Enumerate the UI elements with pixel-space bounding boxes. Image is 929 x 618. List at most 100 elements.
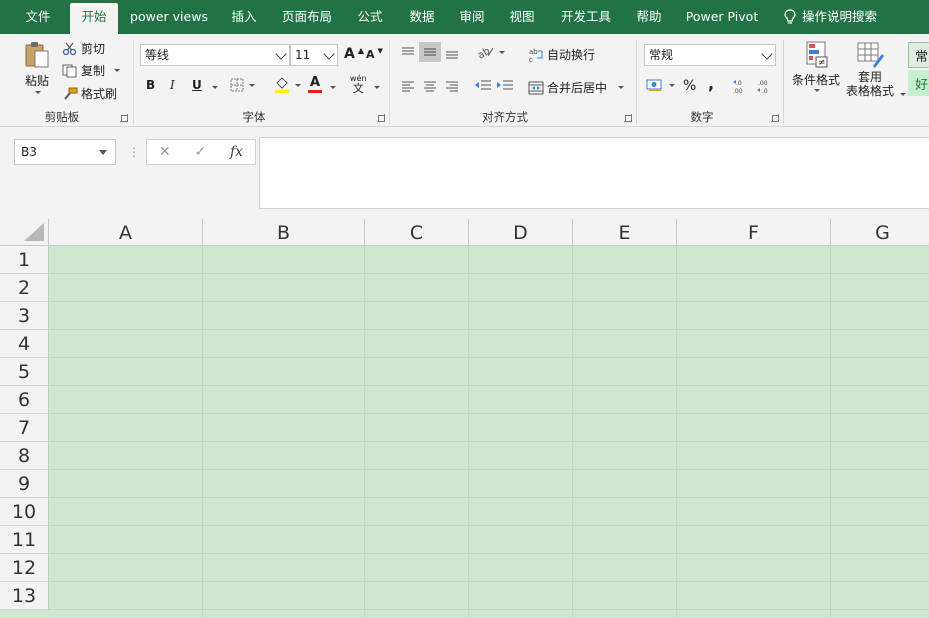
row-header-4[interactable]: 4 xyxy=(0,330,49,358)
format-as-table-dropdown-icon[interactable] xyxy=(900,93,906,96)
percent-style-button[interactable]: % xyxy=(683,78,696,94)
align-bottom-button[interactable] xyxy=(444,46,460,60)
tab-developer[interactable]: 开发工具 xyxy=(553,0,619,34)
tab-insert[interactable]: 插入 xyxy=(222,0,266,34)
increase-decimal-button[interactable]: .0.00 xyxy=(732,78,750,94)
clipboard-launcher-icon[interactable] xyxy=(120,114,128,122)
row-header-2[interactable]: 2 xyxy=(0,274,49,302)
row-header-9[interactable]: 9 xyxy=(0,470,49,498)
font-name-combobox[interactable]: 等线 xyxy=(140,44,290,66)
column-header-g[interactable]: G xyxy=(831,219,929,246)
merge-center-label: 合并后居中 xyxy=(547,81,608,95)
column-header-e[interactable]: E xyxy=(573,219,677,246)
font-launcher-icon[interactable] xyxy=(377,114,385,122)
increase-indent-button[interactable] xyxy=(496,79,514,93)
merge-center-dropdown-icon[interactable] xyxy=(618,86,625,89)
column-header-b[interactable]: B xyxy=(203,219,365,246)
style-normal-cell[interactable]: 常 xyxy=(908,42,929,68)
row-header-13[interactable]: 13 xyxy=(0,582,49,610)
lightbulb-icon xyxy=(784,9,796,24)
orientation-dropdown-icon[interactable] xyxy=(499,50,505,54)
format-as-table-button[interactable]: 套用 表格格式 xyxy=(846,40,894,98)
fill-color-button[interactable] xyxy=(274,76,301,94)
row-header-7[interactable]: 7 xyxy=(0,414,49,442)
row-header-11[interactable]: 11 xyxy=(0,526,49,554)
align-right-button[interactable] xyxy=(444,80,460,92)
phonetic-dropdown-icon[interactable] xyxy=(374,86,380,89)
conditional-formatting-dropdown-icon[interactable] xyxy=(814,89,820,92)
accounting-dropdown-icon[interactable] xyxy=(669,83,675,87)
tab-data[interactable]: 数据 xyxy=(400,0,444,34)
conditional-formatting-icon: ≠ xyxy=(806,41,828,68)
alignment-launcher-icon[interactable] xyxy=(624,114,632,122)
bold-button[interactable]: B xyxy=(146,78,155,92)
worksheet-grid[interactable]: ABCDEFG 1 2 3 4 5 6 7 8 9 10 11 12 13 xyxy=(0,219,929,618)
align-center-button[interactable] xyxy=(422,80,438,92)
borders-button[interactable] xyxy=(230,78,255,92)
tab-power-views[interactable]: power views xyxy=(126,0,212,34)
align-left-button[interactable] xyxy=(400,80,416,92)
cut-button[interactable]: 剪切 xyxy=(62,40,105,57)
tab-help[interactable]: 帮助 xyxy=(627,0,671,34)
comma-style-button[interactable]: , xyxy=(708,74,714,93)
tab-home[interactable]: 开始 xyxy=(70,3,118,34)
tab-file[interactable]: 文件 xyxy=(14,0,62,34)
style-good-cell[interactable]: 好 xyxy=(908,70,929,96)
column-header-a[interactable]: A xyxy=(49,219,203,246)
chevron-down-icon[interactable] xyxy=(99,150,107,155)
row-header-3[interactable]: 3 xyxy=(0,302,49,330)
name-box[interactable]: B3 xyxy=(14,139,116,165)
tab-review[interactable]: 审阅 xyxy=(450,0,494,34)
grow-font-button[interactable]: A ▲ xyxy=(344,46,364,63)
font-color-dropdown-icon[interactable] xyxy=(330,86,336,89)
column-header-d[interactable]: D xyxy=(469,219,573,246)
row-header-8[interactable]: 8 xyxy=(0,442,49,470)
copy-button[interactable]: 复制 xyxy=(62,62,121,79)
orientation-button[interactable]: ab xyxy=(476,44,505,60)
align-middle-icon xyxy=(424,48,436,56)
column-header-c[interactable]: C xyxy=(365,219,469,246)
fill-color-dropdown-icon[interactable] xyxy=(295,83,301,87)
tab-power-pivot[interactable]: Power Pivot xyxy=(680,0,764,34)
select-all-button[interactable] xyxy=(0,219,49,246)
shrink-font-button[interactable]: A ▼ xyxy=(366,47,383,62)
format-painter-button[interactable]: 格式刷 xyxy=(62,85,117,102)
column-header-f[interactable]: F xyxy=(677,219,831,246)
accounting-format-button[interactable] xyxy=(646,78,675,92)
paste-icon xyxy=(25,42,49,68)
underline-button[interactable]: U xyxy=(192,78,202,92)
tab-page-layout[interactable]: 页面布局 xyxy=(276,0,338,34)
paste-dropdown-icon[interactable] xyxy=(35,91,41,94)
merge-center-button[interactable]: 合并后居中 xyxy=(528,79,625,96)
wrap-text-button[interactable]: ab c 自动换行 xyxy=(528,46,595,63)
row-header-1[interactable]: 1 xyxy=(0,246,49,274)
number-format-combobox[interactable]: 常规 xyxy=(644,44,776,66)
italic-button[interactable]: I xyxy=(170,78,175,92)
formula-input[interactable] xyxy=(259,137,929,209)
insert-function-icon[interactable]: fx xyxy=(230,144,243,160)
align-top-button[interactable] xyxy=(400,46,416,60)
copy-dropdown-icon[interactable] xyxy=(114,69,121,72)
row-header-12[interactable]: 12 xyxy=(0,554,49,582)
tab-view[interactable]: 视图 xyxy=(500,0,544,34)
chevron-down-icon xyxy=(275,48,287,60)
cancel-icon[interactable]: ✕ xyxy=(159,144,171,160)
phonetic-button[interactable]: wén 文 xyxy=(350,74,367,94)
row-header-6[interactable]: 6 xyxy=(0,386,49,414)
underline-dropdown-icon[interactable] xyxy=(212,86,218,89)
enter-icon[interactable]: ✓ xyxy=(194,144,206,160)
align-middle-button[interactable] xyxy=(419,42,441,62)
font-size-combobox[interactable]: 11 xyxy=(290,44,338,66)
decrease-indent-button[interactable] xyxy=(474,79,492,93)
conditional-formatting-button[interactable]: ≠ 条件格式 xyxy=(792,40,840,92)
row-header-5[interactable]: 5 xyxy=(0,358,49,386)
borders-dropdown-icon[interactable] xyxy=(249,83,255,87)
number-launcher-icon[interactable] xyxy=(771,114,779,122)
font-color-button[interactable]: A xyxy=(308,76,322,93)
grid-row-line xyxy=(49,497,929,498)
tab-formulas[interactable]: 公式 xyxy=(348,0,392,34)
paste-button[interactable]: 粘贴 xyxy=(22,40,52,94)
row-header-10[interactable]: 10 xyxy=(0,498,49,526)
tell-me-search[interactable]: 操作说明搜索 xyxy=(784,0,894,34)
decrease-decimal-button[interactable]: .00.0 xyxy=(756,78,774,94)
